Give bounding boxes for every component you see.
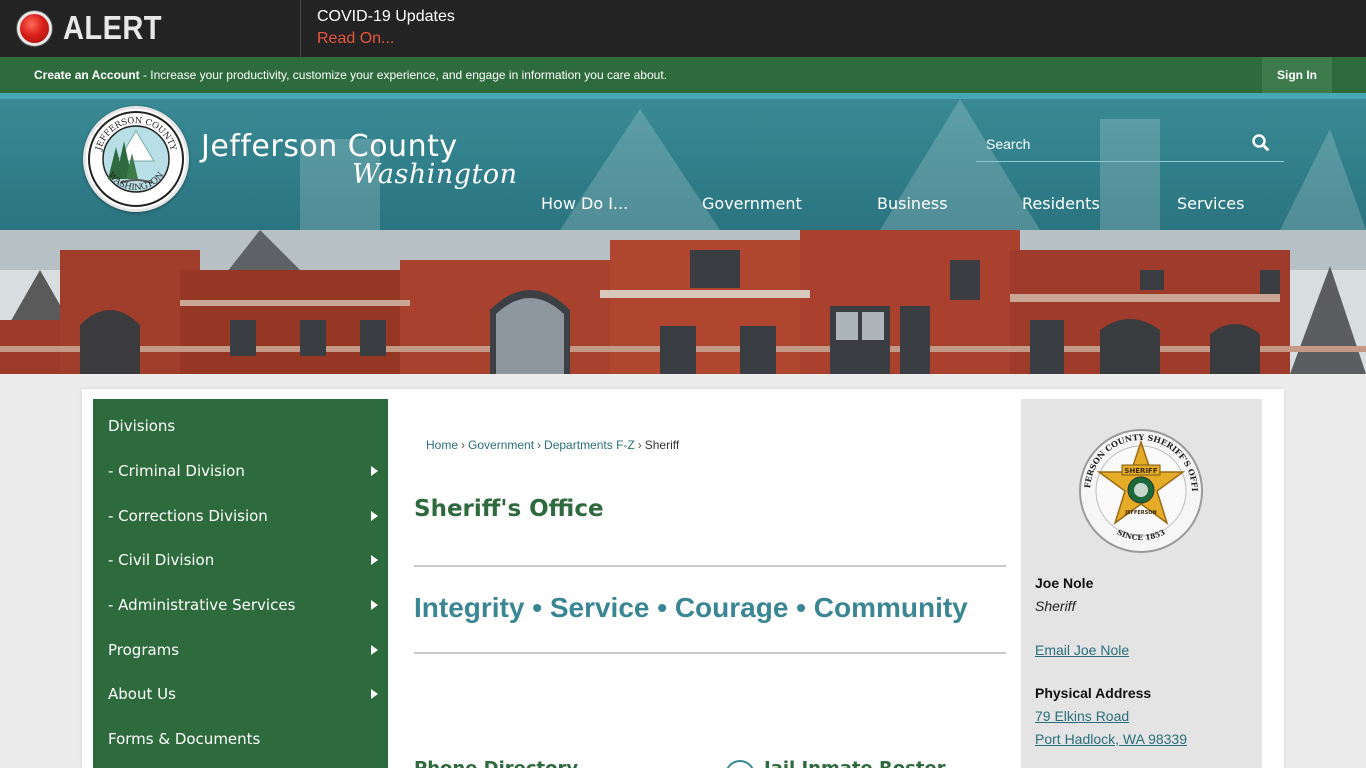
sidebar-item-label: Programs xyxy=(108,641,180,659)
motto-heading: Integrity • Service • Courage • Communit… xyxy=(414,592,968,623)
search-box xyxy=(976,126,1284,162)
contact-role: Sheriff xyxy=(1035,598,1076,614)
sidebar-item-label: - Criminal Division xyxy=(108,462,245,480)
breadcrumb: Home › Government › Departments F-Z › Sheriff xyxy=(426,438,679,452)
sidebar-item-forms-documents[interactable]: Forms & Documents xyxy=(93,718,388,762)
alert-label: ALERT xyxy=(63,9,162,46)
alert-label-area: ALERT xyxy=(0,0,301,57)
sidebar-item-label: Forms & Documents xyxy=(108,730,261,748)
sidebar-item-administrative-services[interactable]: - Administrative Services xyxy=(93,584,388,628)
breadcrumb-home[interactable]: Home xyxy=(426,438,458,452)
site-header: JEFFERSON COUNTY WASHINGTON Jefferson Co… xyxy=(0,99,1366,230)
physical-address-label: Physical Address xyxy=(1035,685,1152,701)
county-seal-logo[interactable]: JEFFERSON COUNTY WASHINGTON xyxy=(83,106,189,212)
sidebar-item-about-us[interactable]: About Us xyxy=(93,673,388,717)
alert-read-on-link[interactable]: Read On... xyxy=(317,30,394,48)
breadcrumb-government[interactable]: Government xyxy=(468,438,534,452)
search-icon xyxy=(1252,134,1269,151)
search-input[interactable] xyxy=(976,126,1246,161)
divider xyxy=(414,652,1006,654)
nav-government[interactable]: Government xyxy=(702,194,802,213)
breadcrumb-departments[interactable]: Departments F-Z xyxy=(544,438,635,452)
badge-star-top-text: SHERIFF xyxy=(1124,467,1157,475)
nav-residents[interactable]: Residents xyxy=(1022,194,1100,213)
address-line2-link[interactable]: Port Hadlock, WA 98339 xyxy=(1035,731,1187,747)
sidebar-item-programs[interactable]: Programs xyxy=(93,629,388,673)
sidebar-item-civil-division[interactable]: - Civil Division xyxy=(93,539,388,583)
chevron-right-icon[interactable] xyxy=(371,555,378,565)
contact-email-link[interactable]: Email Joe Nole xyxy=(1035,642,1129,658)
badge-star-bottom-text: JEFFERSON xyxy=(1124,510,1156,516)
header-background-texture xyxy=(300,99,1366,230)
divider xyxy=(414,565,1006,567)
sidebar-item-label: - Administrative Services xyxy=(108,596,296,614)
sidebar-item-label: - Corrections Division xyxy=(108,507,268,525)
nav-business[interactable]: Business xyxy=(877,194,948,213)
page-title: Sheriff's Office xyxy=(414,496,604,522)
sidebar-item-label: - Civil Division xyxy=(108,551,215,569)
account-bar: Create an Account - Increase your produc… xyxy=(0,57,1366,93)
chevron-right-icon[interactable] xyxy=(371,689,378,699)
sheriff-badge-logo: SHERIFF JEFFERSON JEFFERSON COUNTY SHERI… xyxy=(1075,420,1204,554)
sidebar-item-divisions[interactable]: Divisions xyxy=(93,405,388,449)
seal-icon: JEFFERSON COUNTY WASHINGTON xyxy=(88,111,184,207)
address-line1-link[interactable]: 79 Elkins Road xyxy=(1035,708,1129,724)
alert-title[interactable]: COVID-19 Updates xyxy=(317,8,455,26)
nav-how-do-i[interactable]: How Do I... xyxy=(541,194,628,213)
sidebar-item-criminal-division[interactable]: - Criminal Division xyxy=(93,450,388,494)
sidebar-item-label: About Us xyxy=(108,685,176,703)
jail-roster-link[interactable]: Jail Inmate Roster xyxy=(764,758,946,768)
chevron-right-icon[interactable] xyxy=(371,511,378,521)
breadcrumb-separator: › xyxy=(537,438,542,452)
courthouse-illustration xyxy=(0,230,1366,374)
contact-name: Joe Nole xyxy=(1035,575,1094,591)
sidebar-item-label: Divisions xyxy=(108,417,176,435)
search-button[interactable] xyxy=(1248,130,1274,156)
breadcrumb-separator: › xyxy=(461,438,466,452)
hero-courthouse-image xyxy=(0,230,1366,374)
sheriff-star-icon: SHERIFF JEFFERSON JEFFERSON COUNTY SHERI… xyxy=(1075,420,1203,553)
chevron-right-icon[interactable] xyxy=(371,645,378,655)
alert-bar: ALERT COVID-19 Updates Read On... xyxy=(0,0,1366,57)
phone-directory-heading[interactable]: Phone Directory xyxy=(414,758,578,768)
alert-dot-icon xyxy=(17,11,52,46)
breadcrumb-separator: › xyxy=(637,438,642,452)
sign-in-button[interactable]: Sign In xyxy=(1262,57,1332,93)
chevron-right-icon[interactable] xyxy=(371,600,378,610)
site-subtitle[interactable]: Washington xyxy=(352,159,518,190)
sidebar-item-corrections-division[interactable]: - Corrections Division xyxy=(93,495,388,539)
account-message-text: - Increase your productivity, customize … xyxy=(139,68,667,82)
account-message: Create an Account - Increase your produc… xyxy=(34,68,667,82)
chevron-right-icon[interactable] xyxy=(371,466,378,476)
nav-services[interactable]: Services xyxy=(1177,194,1244,213)
create-account-link[interactable]: Create an Account xyxy=(34,68,140,82)
breadcrumb-current: Sheriff xyxy=(644,438,680,452)
sidebar-nav: Divisions - Criminal Division - Correcti… xyxy=(93,399,388,768)
